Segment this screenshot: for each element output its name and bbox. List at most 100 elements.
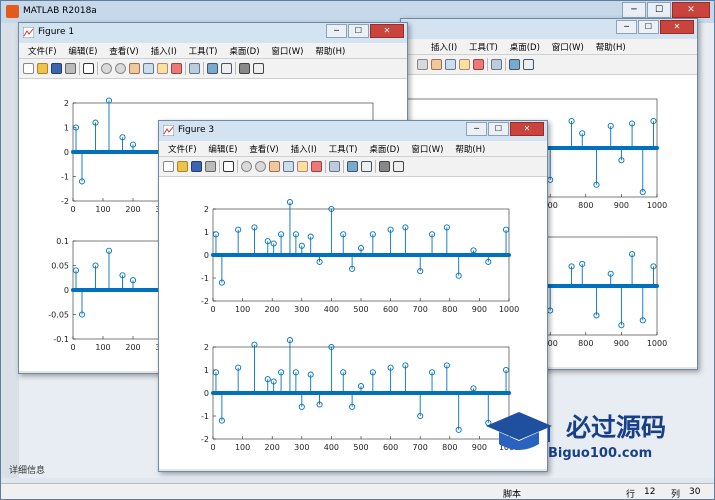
y-tick-label: 2 <box>204 205 209 214</box>
menu-help[interactable]: 帮助(H) <box>446 141 485 155</box>
x-tick-label: 800 <box>578 201 593 210</box>
brush-icon[interactable] <box>171 63 182 74</box>
brush-icon[interactable] <box>311 161 322 172</box>
open-file-icon[interactable] <box>177 161 188 172</box>
menu-view[interactable]: 查看(V) <box>240 141 278 155</box>
pointer-icon[interactable] <box>223 161 234 172</box>
hide-plot-tools-icon[interactable] <box>379 161 390 172</box>
menu-view[interactable]: 查看(V) <box>100 43 138 57</box>
status-row-value: 12 <box>644 487 656 497</box>
pointer-icon[interactable] <box>83 63 94 74</box>
figure-3-maximize-button[interactable]: ☐ <box>488 122 509 136</box>
figure-1-minimize-button[interactable]: ─ <box>326 24 347 38</box>
new-file-icon[interactable] <box>163 161 174 172</box>
x-tick-label: 0 <box>70 205 75 214</box>
open-file-icon[interactable] <box>37 63 48 74</box>
minimize-button[interactable]: ─ <box>622 2 646 18</box>
toolbar-separator <box>325 160 326 173</box>
show-plot-tools-icon[interactable] <box>393 161 404 172</box>
print-icon[interactable] <box>65 63 76 74</box>
rotate-icon[interactable] <box>143 63 154 74</box>
menu-insert[interactable]: 插入(I) <box>282 141 317 155</box>
x-tick-label: 800 <box>442 443 457 452</box>
matlab-logo-icon <box>6 5 19 18</box>
figure-2-menu-bar: 插入(I) 工具(T) 桌面(D) 窗口(W) 帮助(H) <box>401 39 697 55</box>
menu-edit[interactable]: 编辑(E) <box>199 141 237 155</box>
figure-1-maximize-button[interactable]: ☐ <box>348 24 369 38</box>
menu-tools[interactable]: 工具(T) <box>460 39 498 53</box>
y-tick-label: -0.05 <box>48 311 69 320</box>
x-tick-label: 100 <box>235 305 250 314</box>
x-tick-label: 600 <box>383 305 398 314</box>
figure-3-title-bar[interactable]: Figure 3 ─ ☐ ✕ <box>159 121 547 141</box>
menu-desktop[interactable]: 桌面(D) <box>501 39 540 53</box>
y-tick-label: -2 <box>61 197 69 206</box>
pan-icon[interactable] <box>269 161 280 172</box>
figure-1-close-button[interactable]: ✕ <box>370 24 404 38</box>
menu-window[interactable]: 窗口(W) <box>543 39 584 53</box>
figure-2-close-button[interactable]: ✕ <box>660 20 694 34</box>
menu-insert[interactable]: 插入(I) <box>401 39 457 53</box>
x-tick-label: 800 <box>578 339 593 348</box>
data-cursor-icon[interactable] <box>297 161 308 172</box>
show-plot-tools-icon[interactable] <box>253 63 264 74</box>
link-icon[interactable] <box>329 161 340 172</box>
link-icon[interactable] <box>189 63 200 74</box>
figure-1-toolbar <box>19 59 407 79</box>
menu-file[interactable]: 文件(F) <box>19 43 57 57</box>
zoom-out-icon[interactable] <box>115 63 126 74</box>
figure-icon <box>23 27 34 38</box>
menu-tools[interactable]: 工具(T) <box>320 141 358 155</box>
menu-help[interactable]: 帮助(H) <box>306 43 345 57</box>
figure-2-title-bar[interactable]: ─ ☐ ✕ <box>401 19 697 39</box>
save-icon[interactable] <box>51 63 62 74</box>
legend-icon[interactable] <box>523 59 534 70</box>
menu-desktop[interactable]: 桌面(D) <box>220 43 259 57</box>
x-tick-label: 200 <box>265 305 280 314</box>
menu-insert[interactable]: 插入(I) <box>142 43 177 57</box>
menu-help[interactable]: 帮助(H) <box>587 39 626 53</box>
data-cursor-icon[interactable] <box>459 59 470 70</box>
zoom-in-icon[interactable] <box>101 63 112 74</box>
rotate-icon[interactable] <box>283 161 294 172</box>
colorbar-icon[interactable] <box>207 63 218 74</box>
figure-2-maximize-button[interactable]: ☐ <box>638 20 659 34</box>
x-tick-label: 100 <box>235 443 250 452</box>
figure-3-close-button[interactable]: ✕ <box>510 122 544 136</box>
detail-panel-label[interactable]: 详细信息 <box>9 463 45 476</box>
legend-icon[interactable] <box>361 161 372 172</box>
save-icon[interactable] <box>191 161 202 172</box>
colorbar-icon[interactable] <box>347 161 358 172</box>
maximize-button[interactable]: ☐ <box>647 2 671 18</box>
zoom-out-icon[interactable] <box>255 161 266 172</box>
link-icon[interactable] <box>491 59 502 70</box>
figure-2-minimize-button[interactable]: ─ <box>616 20 637 34</box>
data-cursor-icon[interactable] <box>157 63 168 74</box>
menu-file[interactable]: 文件(F) <box>159 141 197 155</box>
x-tick-label: 600 <box>383 443 398 452</box>
figure-3-minimize-button[interactable]: ─ <box>466 122 487 136</box>
menu-edit[interactable]: 编辑(E) <box>59 43 97 57</box>
x-tick-label: 900 <box>614 201 629 210</box>
print-icon[interactable] <box>205 161 216 172</box>
brush-icon[interactable] <box>473 59 484 70</box>
new-file-icon[interactable] <box>23 63 34 74</box>
x-tick-label: 100 <box>95 343 110 352</box>
x-tick-label: 200 <box>125 205 140 214</box>
x-tick-label: 800 <box>442 305 457 314</box>
pan-icon[interactable] <box>129 63 140 74</box>
close-button[interactable]: ✕ <box>672 2 710 18</box>
hide-plot-tools-icon[interactable] <box>239 63 250 74</box>
x-tick-label: 300 <box>294 443 309 452</box>
pan-icon[interactable] <box>431 59 442 70</box>
colorbar-icon[interactable] <box>509 59 520 70</box>
legend-icon[interactable] <box>221 63 232 74</box>
rotate-icon[interactable] <box>445 59 456 70</box>
zoom-out-icon[interactable] <box>417 59 428 70</box>
menu-window[interactable]: 窗口(W) <box>402 141 443 155</box>
zoom-in-icon[interactable] <box>241 161 252 172</box>
figure-1-title-bar[interactable]: Figure 1 ─ ☐ ✕ <box>19 23 407 43</box>
menu-tools[interactable]: 工具(T) <box>180 43 218 57</box>
menu-desktop[interactable]: 桌面(D) <box>360 141 399 155</box>
menu-window[interactable]: 窗口(W) <box>262 43 303 57</box>
